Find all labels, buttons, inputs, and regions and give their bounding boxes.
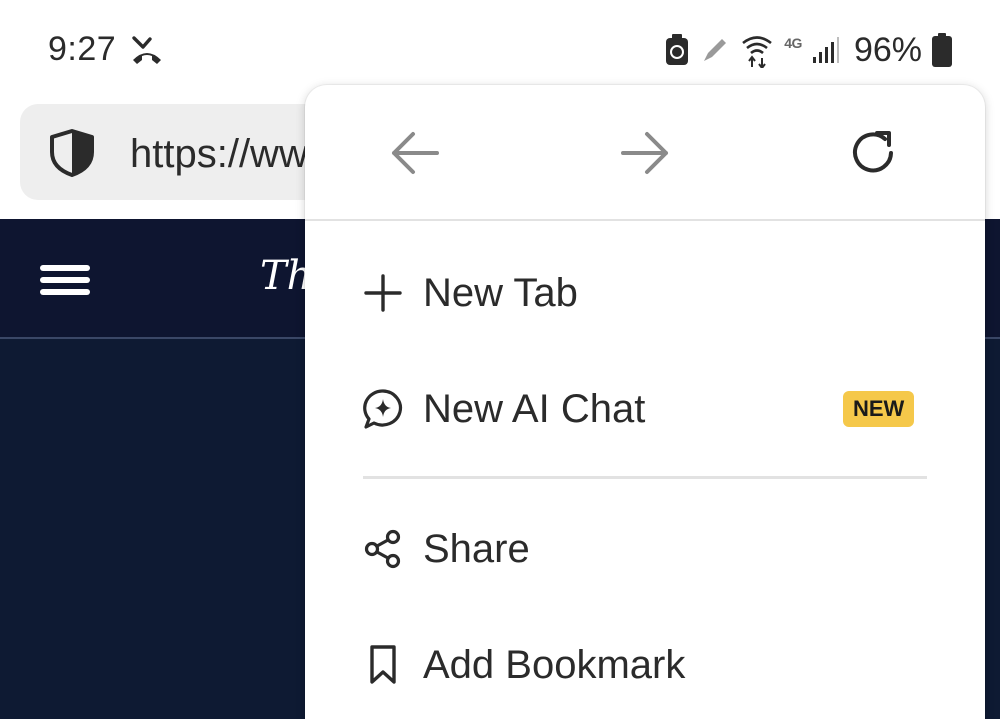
pen-icon bbox=[704, 39, 727, 61]
status-icons: 4G 96% bbox=[664, 28, 952, 72]
wifi-icon bbox=[742, 36, 773, 68]
forward-button[interactable] bbox=[615, 123, 675, 183]
arrow-right-icon bbox=[621, 132, 668, 174]
browser-menu: New Tab New AI Chat NEW Share Add Bookma… bbox=[305, 85, 985, 719]
menu-item-new-ai-chat[interactable]: New AI Chat NEW bbox=[305, 359, 985, 459]
menu-item-share[interactable]: Share bbox=[305, 499, 985, 599]
status-time: 9:27 bbox=[48, 30, 117, 68]
back-button[interactable] bbox=[385, 123, 445, 183]
bookmark-icon bbox=[361, 643, 405, 687]
menu-item-label: New Tab bbox=[423, 270, 578, 315]
new-badge: NEW bbox=[843, 391, 915, 427]
battery-saver-icon bbox=[666, 34, 689, 65]
arrow-left-icon bbox=[392, 132, 439, 174]
menu-item-add-bookmark[interactable]: Add Bookmark bbox=[305, 615, 985, 715]
menu-nav-row bbox=[305, 85, 985, 221]
reload-button[interactable] bbox=[843, 123, 903, 183]
battery-percent: 96% bbox=[853, 30, 922, 69]
plus-icon bbox=[361, 271, 405, 315]
ai-chat-icon bbox=[361, 387, 405, 431]
phone-screen: 9:27 4G 96% https://ww Th New Tab New AI… bbox=[0, 0, 1000, 719]
menu-item-label: New AI Chat bbox=[423, 386, 646, 431]
signal-icon bbox=[812, 37, 839, 63]
menu-item-label: Share bbox=[423, 526, 530, 571]
menu-item-label: Add Bookmark bbox=[423, 642, 686, 687]
url-text[interactable]: https://ww bbox=[130, 132, 308, 177]
menu-divider bbox=[363, 476, 927, 479]
network-label: 4G bbox=[784, 35, 802, 51]
hamburger-icon[interactable] bbox=[40, 265, 92, 295]
shield-icon[interactable] bbox=[48, 128, 96, 178]
battery-icon bbox=[932, 33, 952, 67]
reload-icon bbox=[853, 131, 893, 173]
share-icon bbox=[361, 527, 405, 571]
missed-call-icon bbox=[132, 36, 161, 64]
menu-item-new-tab[interactable]: New Tab bbox=[305, 243, 985, 343]
